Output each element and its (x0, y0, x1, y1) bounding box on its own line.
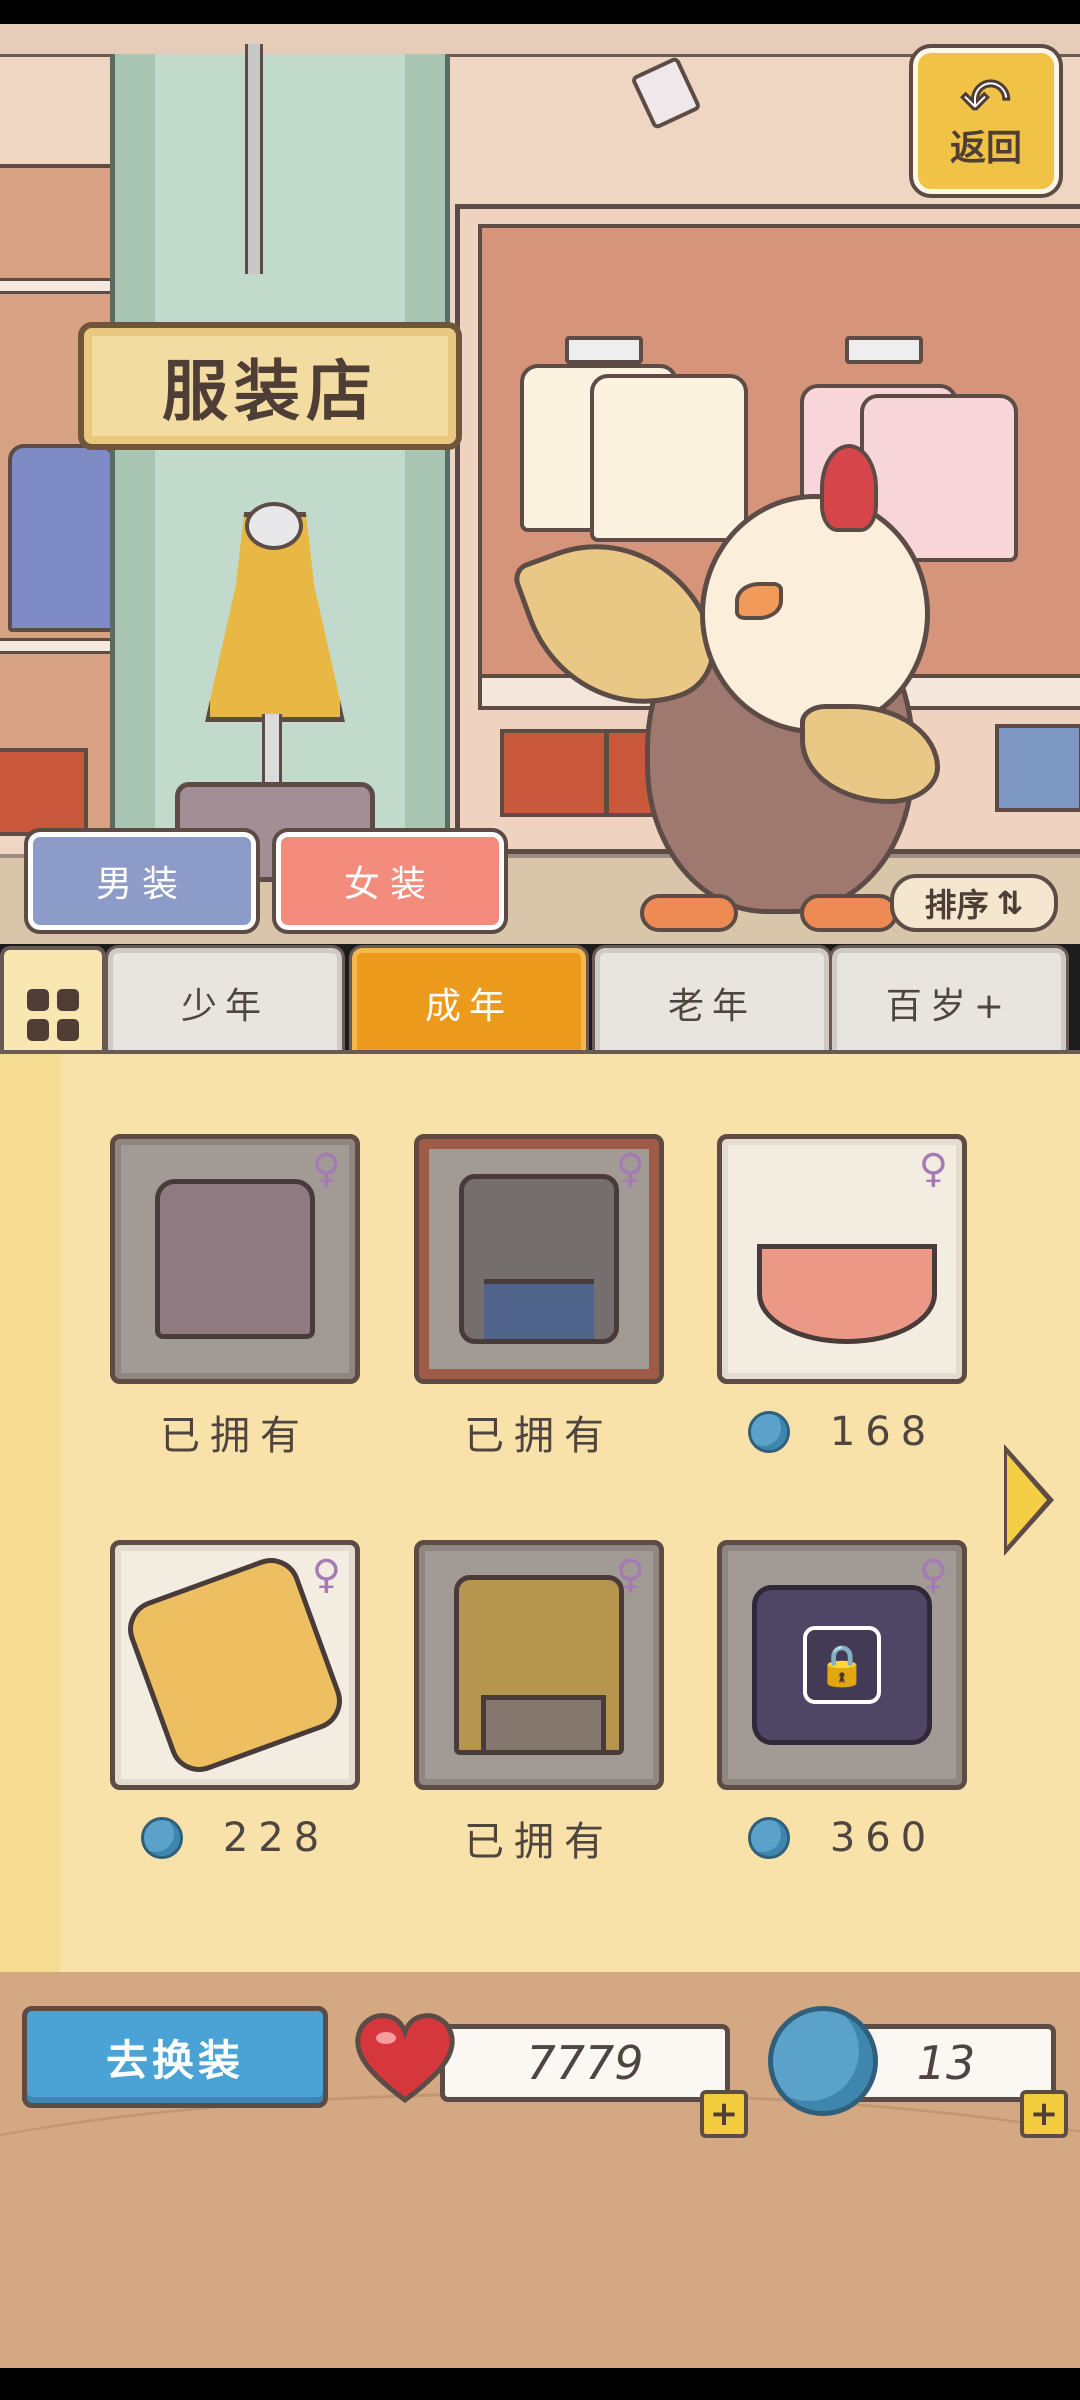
sign-hook (245, 44, 263, 274)
item-thumbnail: ♀ (717, 1134, 967, 1384)
item-status: 已拥有 (160, 1413, 310, 1459)
polo-shirt-icon (454, 1575, 624, 1755)
female-icon: ♀ (918, 1552, 948, 1598)
chicken-foot (800, 894, 898, 932)
hanger-rail (565, 336, 643, 364)
game-screen: 服装店 ↶ 返回 男装 女装 排序 ⇅ 少年 成年 老年 百岁+ ♀ 已拥有 ♀… (0, 24, 1080, 2368)
storage-box (0, 748, 88, 836)
skirt-icon (757, 1174, 937, 1344)
back-button[interactable]: ↶ 返回 (909, 44, 1063, 198)
menswear-button[interactable]: 男装 (24, 828, 260, 934)
tab-adult[interactable]: 成年 (349, 945, 589, 1061)
back-arrow-icon: ↶ (959, 66, 1012, 136)
mannequin-stand (262, 714, 282, 784)
womenswear-button[interactable]: 女装 (272, 828, 508, 934)
female-icon: ♀ (615, 1552, 645, 1598)
grid-icon (27, 989, 79, 1041)
bottle-cap-icon (140, 1817, 183, 1859)
sort-button[interactable]: 排序 ⇅ (890, 874, 1058, 932)
hanger-rail (845, 336, 923, 364)
hanging-shirt (590, 374, 748, 542)
female-icon: ♀ (311, 1552, 341, 1598)
heart-icon (350, 2008, 460, 2108)
storage-box (500, 729, 608, 817)
spotlight-icon (630, 55, 702, 131)
mannequin-head (245, 502, 303, 550)
item-card[interactable]: ♀ 228 (110, 1540, 360, 1868)
item-price: 168 (717, 1402, 967, 1462)
tab-centenarian[interactable]: 百岁+ (829, 945, 1069, 1061)
jacket-icon (459, 1174, 619, 1344)
item-thumbnail: ♀ (414, 1134, 664, 1384)
item-status: 已拥有 (464, 1413, 614, 1459)
price-value: 228 (222, 1815, 330, 1861)
female-icon: ♀ (918, 1146, 948, 1192)
item-price: 360 (717, 1808, 967, 1868)
back-label: 返回 (949, 128, 1022, 169)
price-value: 360 (829, 1815, 937, 1861)
hanging-shirt (8, 444, 116, 632)
item-card[interactable]: ♀ 已拥有 (110, 1134, 360, 1462)
bottle-cap-icon (747, 1817, 790, 1859)
female-icon: ♀ (615, 1146, 645, 1192)
sort-icon: ⇅ (996, 884, 1024, 922)
storage-box (995, 724, 1080, 812)
lock-icon: 🔒 (803, 1626, 881, 1704)
item-card[interactable]: ♀ 已拥有 (414, 1134, 664, 1462)
bottle-cap-icon (768, 2006, 878, 2116)
item-card[interactable]: ♀ 已拥有 (414, 1540, 664, 1868)
tab-youth[interactable]: 少年 (105, 945, 345, 1061)
add-caps-button[interactable]: + (1020, 2090, 1068, 2138)
item-price: 228 (110, 1808, 360, 1868)
item-card[interactable]: 🔒 ♀ 360 (717, 1540, 967, 1868)
cardigan-icon (155, 1179, 315, 1339)
item-thumbnail: ♀ (414, 1540, 664, 1790)
change-outfit-button[interactable]: 去换装 (22, 2006, 328, 2108)
sort-label: 排序 (924, 886, 989, 924)
shop-sign-title: 服装店 (162, 353, 378, 430)
add-hearts-button[interactable]: + (700, 2090, 748, 2138)
chicken-foot (640, 894, 738, 932)
chicken-comb (820, 444, 878, 532)
item-card[interactable]: ♀ 168 (717, 1134, 967, 1462)
item-thumbnail: 🔒 ♀ (717, 1540, 967, 1790)
item-thumbnail: ♀ (110, 1540, 360, 1790)
hearts-counter: 7779 (440, 2024, 730, 2102)
next-page-arrow-icon[interactable] (1004, 1444, 1054, 1556)
hearts-value: 7779 (526, 2036, 644, 2090)
chicken-beak (735, 582, 783, 620)
item-thumbnail: ♀ (110, 1134, 360, 1384)
price-value: 168 (829, 1409, 937, 1455)
shop-sign: 服装店 (78, 322, 462, 450)
bottle-cap-icon (747, 1411, 790, 1453)
female-icon: ♀ (311, 1146, 341, 1192)
item-status: 已拥有 (464, 1819, 614, 1865)
caps-value: 13 (916, 2036, 976, 2090)
tab-elder[interactable]: 老年 (592, 945, 832, 1061)
